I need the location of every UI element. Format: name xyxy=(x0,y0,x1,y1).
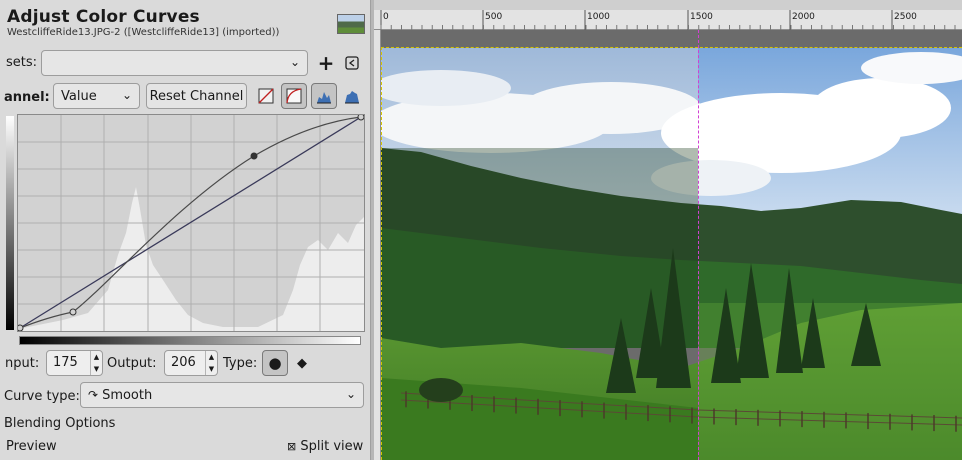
split-view-divider[interactable] xyxy=(698,30,699,460)
reset-channel-button[interactable]: Reset Channel xyxy=(146,83,247,109)
chevron-down-icon: ⌄ xyxy=(121,88,132,102)
ruler-label: 2000 xyxy=(792,12,815,22)
control-point xyxy=(69,308,77,316)
ruler-label: 2500 xyxy=(894,12,917,22)
presets-combo[interactable]: ⌄ xyxy=(41,50,308,76)
split-view-label: Split view xyxy=(300,439,364,454)
vertical-ruler[interactable] xyxy=(374,30,381,460)
dialog-title: Adjust Color Curves xyxy=(7,7,200,27)
chevron-down-icon: ⌄ xyxy=(345,387,356,401)
input-label: nput: xyxy=(5,356,40,371)
control-point xyxy=(18,324,24,331)
linear-curve-icon[interactable] xyxy=(253,83,279,109)
curves-dialog: Adjust Color Curves WestcliffeRide13.JPG… xyxy=(0,0,370,460)
chevron-down-icon: ⌄ xyxy=(289,55,300,69)
type-label: Type: xyxy=(223,356,258,371)
curve-edit-icon[interactable] xyxy=(281,83,307,109)
control-point xyxy=(357,115,364,121)
linear-histogram-icon[interactable] xyxy=(311,83,337,109)
log-histogram-icon[interactable] xyxy=(339,83,365,109)
output-gradient-bar xyxy=(6,116,14,330)
ruler-label: 1500 xyxy=(690,12,713,22)
curve-editor[interactable] xyxy=(17,114,365,332)
horizontal-ruler[interactable]: 0 500 1000 1500 2000 2500 xyxy=(374,10,962,30)
spin-arrows-icon[interactable]: ▲ ▼ xyxy=(205,351,217,375)
control-point-selected xyxy=(250,152,258,160)
input-gradient-bar xyxy=(19,336,361,345)
ruler-label: 0 xyxy=(383,12,389,22)
save-preset-icon[interactable] xyxy=(339,50,365,76)
channel-label: annel: xyxy=(4,90,50,105)
image-thumbnail xyxy=(337,14,365,34)
channel-value: Value xyxy=(61,88,97,104)
ruler-label: 500 xyxy=(485,12,503,22)
output-spinbox[interactable]: 206 ▲ ▼ xyxy=(164,350,218,376)
split-view-checkbox[interactable]: ⊠ Split view xyxy=(287,439,363,454)
curve-type-combo[interactable]: ↷ Smooth ⌄ xyxy=(80,382,364,408)
landscape-photo xyxy=(381,48,962,460)
image-canvas[interactable]: 0 500 1000 1500 2000 2500 xyxy=(374,0,962,460)
smooth-node-icon[interactable]: ● xyxy=(262,350,288,376)
curve-type-label: Curve type: xyxy=(4,389,80,404)
output-label: Output: xyxy=(107,356,157,371)
channel-combo[interactable]: Value ⌄ xyxy=(53,83,140,109)
ruler-label: 1000 xyxy=(587,12,610,22)
spin-arrows-icon[interactable]: ▲ ▼ xyxy=(90,351,102,375)
dialog-subtitle: WestcliffeRide13.JPG-2 ([WestcliffeRide1… xyxy=(7,27,280,38)
plus-icon[interactable]: + xyxy=(313,50,339,76)
checkbox-icon: ⊠ xyxy=(287,440,297,453)
smooth-curve-icon: ↷ xyxy=(88,388,99,402)
preview-checkbox-label[interactable]: Preview xyxy=(6,439,57,454)
input-spinbox[interactable]: 175 ▲ ▼ xyxy=(46,350,103,376)
presets-label: sets: xyxy=(6,55,38,70)
output-value: 206 xyxy=(171,355,196,370)
input-value: 175 xyxy=(53,355,78,370)
curve-type-value: Smooth xyxy=(102,387,153,403)
blending-options-expander[interactable]: Blending Options xyxy=(4,416,115,431)
diamond-node-icon[interactable]: ◆ xyxy=(289,350,315,376)
canvas-tabbar xyxy=(374,0,962,10)
